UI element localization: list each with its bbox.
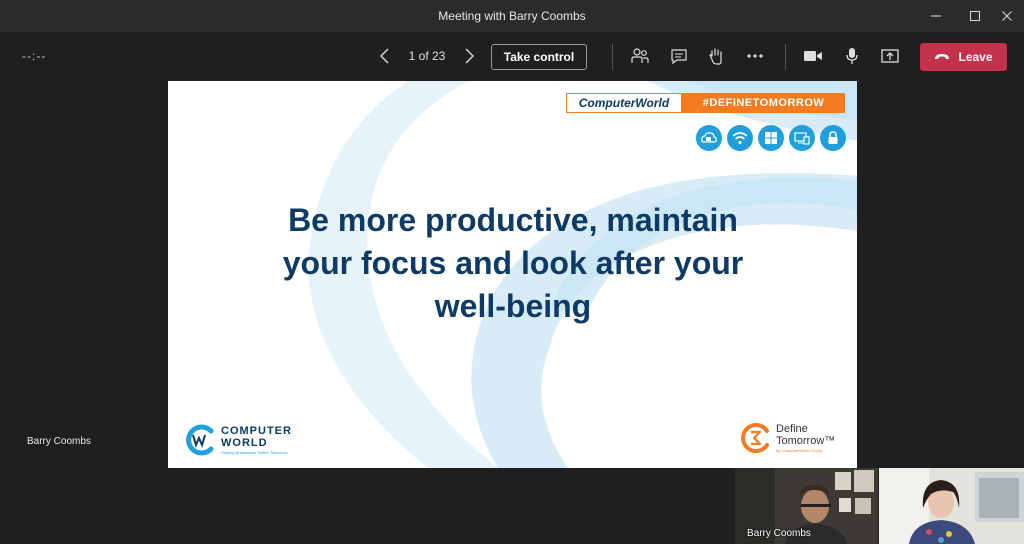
chat-button[interactable] — [665, 42, 693, 70]
slide-title: Be more productive, maintain your focus … — [228, 199, 798, 328]
maximize-icon — [970, 11, 980, 21]
meeting-toolbar: --:-- 1 of 23 Take control Leave — [0, 32, 1024, 80]
previous-slide-button[interactable] — [371, 42, 399, 70]
toolbar-divider — [612, 44, 613, 70]
chat-icon — [671, 49, 687, 65]
video-tile-name: Barry Coombs — [747, 528, 811, 539]
video-tile-barry[interactable]: Barry Coombs — [735, 468, 878, 544]
define-tomorrow-logo-mark — [741, 423, 769, 453]
logo-name: Define Tomorrow™ — [776, 423, 835, 447]
share-tray-button[interactable] — [876, 42, 904, 70]
participant-video — [879, 468, 1024, 544]
logo-name-line: WORLD — [221, 437, 268, 449]
close-button[interactable] — [989, 0, 1024, 32]
logo-name: COMPUTER WORLD — [221, 425, 292, 449]
presenter-name: Barry Coombs — [27, 436, 91, 447]
slide-title-line: well-being — [434, 288, 592, 324]
banner-computerworld: ComputerWorld — [566, 93, 682, 113]
computerworld-logo-mark — [186, 424, 214, 456]
slide-title-line: Be more productive, maintain — [288, 202, 738, 238]
close-icon — [1002, 11, 1012, 21]
chevron-left-icon — [380, 48, 389, 64]
window-title: Meeting with Barry Coombs — [438, 9, 586, 23]
shared-presentation-slide: ComputerWorld #DEFINETOMORROW Be more pr… — [168, 81, 857, 468]
logo-name-line: Define — [776, 423, 808, 435]
devices-icon — [789, 125, 815, 151]
minimize-button[interactable] — [918, 0, 954, 32]
share-tray-icon — [881, 49, 899, 63]
maximize-button[interactable] — [957, 0, 993, 32]
slide-title-line: your focus and look after your — [282, 245, 744, 281]
camera-icon — [804, 51, 822, 61]
next-slide-button[interactable] — [455, 42, 483, 70]
banner-hashtag: #DEFINETOMORROW — [682, 93, 845, 113]
cloud-outlook-icon — [696, 125, 722, 151]
logo-tagline: Helping Businesses Define Tomorrow — [221, 450, 288, 455]
slide-feature-icons — [696, 125, 846, 151]
title-bar: Meeting with Barry Coombs — [0, 0, 1024, 32]
logo-name-line: COMPUTER — [221, 425, 292, 437]
logo-name-line: Tomorrow™ — [776, 435, 836, 447]
take-control-button[interactable]: Take control — [491, 44, 587, 70]
microphone-icon — [846, 48, 858, 64]
logo-tagline: By ComputerWorld Group — [776, 448, 822, 453]
more-icon — [747, 54, 763, 58]
slide-page-counter: 1 of 23 — [408, 49, 446, 63]
raise-hand-icon — [709, 48, 722, 65]
define-tomorrow-logo: Define Tomorrow™ By ComputerWorld Group — [740, 419, 850, 459]
teams-meeting-window: Meeting with Barry Coombs --:-- 1 of 23 … — [0, 0, 1024, 544]
wifi-icon — [727, 125, 753, 151]
raise-hand-button[interactable] — [702, 42, 730, 70]
meeting-timer: --:-- — [22, 49, 47, 63]
participants-button[interactable] — [626, 42, 654, 70]
more-actions-button[interactable] — [741, 42, 769, 70]
minimize-icon — [931, 15, 941, 17]
computerworld-logo: COMPUTER WORLD Helping Businesses Define… — [183, 421, 313, 461]
microphone-button[interactable] — [838, 42, 866, 70]
participants-icon — [631, 48, 649, 63]
toolbar-divider — [785, 44, 786, 70]
camera-button[interactable] — [799, 42, 827, 70]
leave-button[interactable]: Leave — [920, 43, 1007, 71]
leave-button-label: Leave — [958, 50, 993, 64]
slide-banner: ComputerWorld #DEFINETOMORROW — [566, 93, 845, 113]
windows-icon — [758, 125, 784, 151]
chevron-right-icon — [465, 48, 474, 64]
lock-icon — [820, 125, 846, 151]
phone-hangup-icon — [935, 54, 950, 59]
video-tile-participant[interactable] — [879, 468, 1024, 544]
